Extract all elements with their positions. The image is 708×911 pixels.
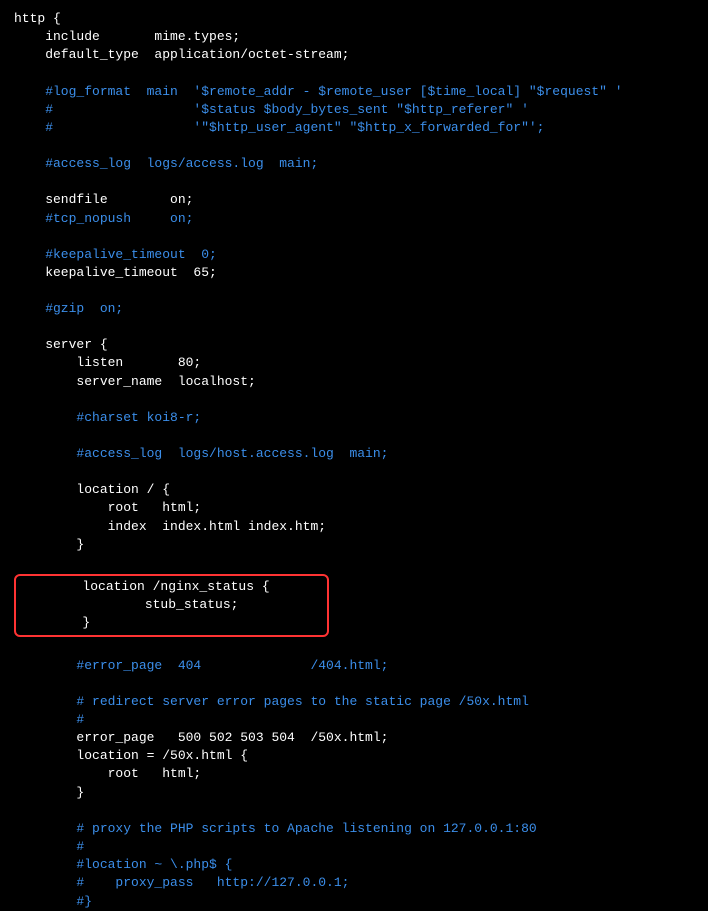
blank-line (14, 675, 694, 693)
comment-line: #} (14, 893, 694, 911)
blank-line (14, 137, 694, 155)
comment-line: #gzip on; (14, 300, 694, 318)
code-line: keepalive_timeout 65; (14, 264, 694, 282)
code-line: } (14, 536, 694, 554)
comment-line: #keepalive_timeout 0; (14, 246, 694, 264)
code-line: index index.html index.htm; (14, 518, 694, 536)
code-line: server_name localhost; (14, 373, 694, 391)
code-line: stub_status; (20, 596, 323, 614)
blank-line (14, 391, 694, 409)
comment-line: #location ~ \.php$ { (14, 856, 694, 874)
comment-line: # (14, 711, 694, 729)
comment-line: # '"$http_user_agent" "$http_x_forwarded… (14, 119, 694, 137)
code-line: } (20, 614, 323, 632)
blank-line (14, 282, 694, 300)
blank-line (14, 65, 694, 83)
blank-line (14, 173, 694, 191)
comment-line: #charset koi8-r; (14, 409, 694, 427)
comment-line: # '$status $body_bytes_sent "$http_refer… (14, 101, 694, 119)
code-line: } (14, 784, 694, 802)
comment-line: # redirect server error pages to the sta… (14, 693, 694, 711)
code-line: default_type application/octet-stream; (14, 46, 694, 64)
code-line: include mime.types; (14, 28, 694, 46)
code-line: root html; (14, 765, 694, 783)
code-line: sendfile on; (14, 191, 694, 209)
blank-line (14, 427, 694, 445)
code-line: server { (14, 336, 694, 354)
comment-line: # proxy the PHP scripts to Apache listen… (14, 820, 694, 838)
blank-line (14, 802, 694, 820)
blank-line (14, 318, 694, 336)
code-line: error_page 500 502 503 504 /50x.html; (14, 729, 694, 747)
highlighted-code-block: location /nginx_status { stub_status; } (14, 574, 329, 637)
blank-line (14, 554, 694, 572)
blank-line (14, 639, 694, 657)
comment-line: #access_log logs/host.access.log main; (14, 445, 694, 463)
code-line: location = /50x.html { (14, 747, 694, 765)
code-line: listen 80; (14, 354, 694, 372)
comment-line: # (14, 838, 694, 856)
comment-line: #access_log logs/access.log main; (14, 155, 694, 173)
comment-line: # proxy_pass http://127.0.0.1; (14, 874, 694, 892)
blank-line (14, 463, 694, 481)
blank-line (14, 228, 694, 246)
comment-line: #tcp_nopush on; (14, 210, 694, 228)
comment-line: #log_format main '$remote_addr - $remote… (14, 83, 694, 101)
code-editor-view: http { include mime.types; default_type … (14, 10, 694, 911)
comment-line: #error_page 404 /404.html; (14, 657, 694, 675)
code-line: root html; (14, 499, 694, 517)
code-line: http { (14, 10, 694, 28)
code-line: location / { (14, 481, 694, 499)
code-line: location /nginx_status { (20, 578, 323, 596)
